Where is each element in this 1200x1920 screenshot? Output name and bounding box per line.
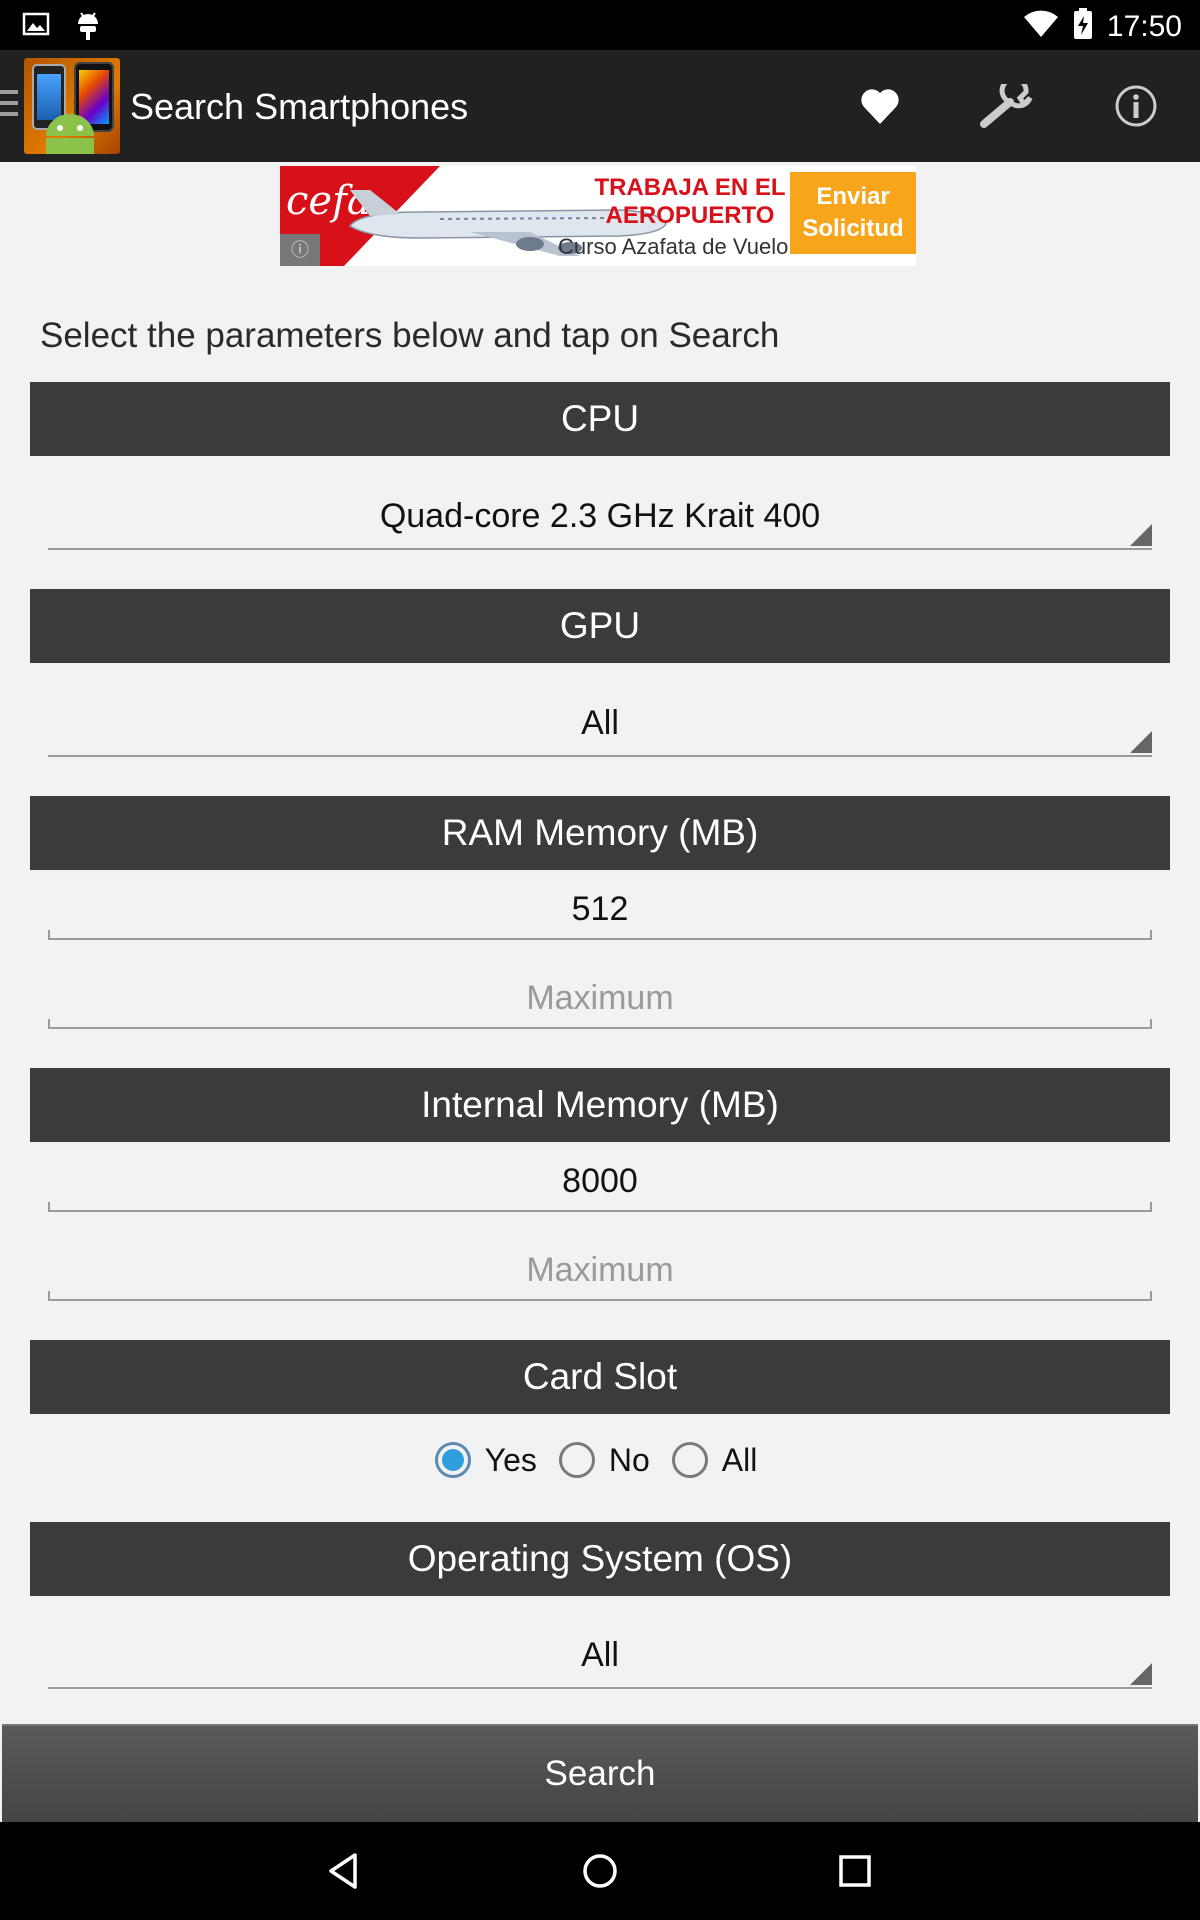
app-logo[interactable] [24, 58, 120, 154]
card-slot-radio-group: Yes No All [0, 1434, 1200, 1486]
app-title: Search Smartphones [130, 86, 469, 127]
wifi-icon [1023, 9, 1059, 44]
back-icon[interactable] [320, 1846, 370, 1896]
ad-cta-button[interactable]: Enviar Solicitud [790, 172, 916, 254]
info-icon[interactable] [1108, 78, 1164, 134]
gallery-notification-icon [22, 10, 50, 47]
ad-subtext: Curso Azafata de Vuelo [558, 234, 789, 259]
search-button[interactable]: Search [2, 1724, 1198, 1822]
clock: 17:50 [1106, 9, 1182, 43]
instructions-text: Select the parameters below and tap on S… [40, 316, 780, 355]
navigation-bar [0, 1822, 1200, 1920]
cpu-selected-value: Quad-core 2.3 GHz Krait 400 [379, 496, 821, 535]
cpu-spinner[interactable]: Quad-core 2.3 GHz Krait 400 [48, 484, 1152, 550]
favorites-heart-icon[interactable] [852, 78, 908, 134]
dropdown-arrow-icon [1130, 524, 1152, 546]
gpu-spinner[interactable]: All [48, 691, 1152, 757]
card-slot-option-yes[interactable]: Yes [434, 1442, 537, 1479]
drawer-menu-icon[interactable] [0, 90, 20, 120]
dropdown-arrow-icon [1130, 1663, 1152, 1685]
ad-headline: TRABAJA EN EL AEROPUERTO [594, 174, 786, 229]
battery-charging-icon [1073, 8, 1093, 45]
home-icon[interactable] [575, 1846, 625, 1896]
internal-memory-header: Internal Memory (MB) [30, 1068, 1170, 1142]
ram-header: RAM Memory (MB) [30, 796, 1170, 870]
radio-checked-icon[interactable] [434, 1442, 471, 1478]
internal-memory-min-input[interactable]: 8000 [48, 1152, 1152, 1212]
os-spinner[interactable]: All [48, 1623, 1152, 1689]
ram-max-input[interactable]: Maximum [48, 969, 1152, 1029]
internal-memory-max-input[interactable]: Maximum [48, 1241, 1152, 1301]
ram-min-input[interactable]: 512 [48, 880, 1152, 940]
ad-banner[interactable]: cefa TRABAJA EN EL AEROPUERTO Curso Azaf… [280, 166, 916, 266]
ad-info-icon[interactable]: ⓘ [280, 234, 320, 266]
dropdown-arrow-icon [1130, 731, 1152, 753]
action-bar: Search Smartphones [0, 50, 1200, 162]
gpu-header: GPU [30, 589, 1170, 663]
card-slot-header: Card Slot [30, 1340, 1170, 1414]
radio-unchecked-icon[interactable] [558, 1442, 595, 1478]
os-header: Operating System (OS) [30, 1522, 1170, 1596]
gpu-selected-value: All [581, 703, 619, 742]
recents-icon[interactable] [830, 1846, 880, 1896]
card-slot-option-all[interactable]: All [671, 1442, 757, 1479]
cpu-header: CPU [30, 382, 1170, 456]
os-selected-value: All [581, 1635, 619, 1674]
card-slot-option-no[interactable]: No [558, 1442, 650, 1479]
android-debug-icon [74, 10, 102, 47]
status-bar: 17:50 [0, 0, 1200, 50]
radio-unchecked-icon[interactable] [671, 1442, 708, 1478]
settings-wrench-icon[interactable] [980, 78, 1036, 134]
